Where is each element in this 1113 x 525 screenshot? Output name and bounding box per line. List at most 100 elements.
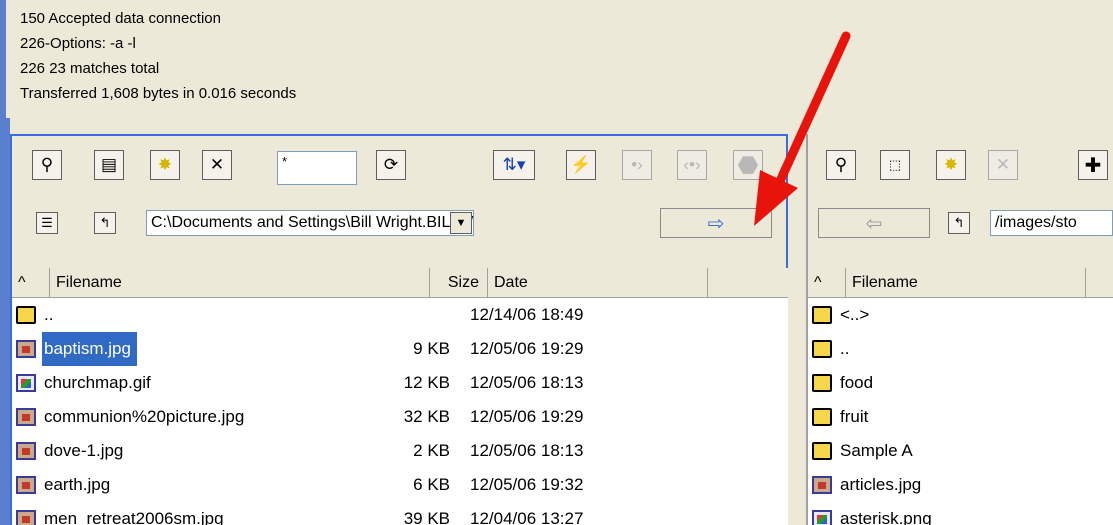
file-date: 12/05/06 19:29 (470, 407, 584, 426)
tree-view-button[interactable]: ☰ (36, 212, 58, 234)
window-icon: ▤ (100, 155, 118, 174)
sort-indicator[interactable]: ^ (12, 268, 50, 297)
transfer-arrows-icon: •› (631, 155, 643, 174)
plus-icon: ✚ (1084, 154, 1102, 177)
new-folder-button[interactable]: ✸ (150, 150, 180, 180)
remote-delete-button[interactable]: ✕ (988, 150, 1018, 180)
file-size: 6 KB (413, 475, 450, 494)
list-item[interactable]: fruit (808, 400, 1113, 434)
file-name: baptism.jpg (42, 332, 137, 366)
chevron-down-icon: ▼ (455, 217, 467, 229)
file-size: 32 KB (403, 407, 450, 426)
dotted-frame-icon: ⬚ (888, 157, 902, 172)
file-name: asterisk.png (840, 509, 932, 525)
sort-indicator[interactable]: ^ (808, 268, 846, 297)
file-name: dove-1.jpg (44, 441, 124, 460)
jpg-file-icon (16, 476, 36, 494)
list-item[interactable]: Sample A (808, 434, 1113, 468)
column-size[interactable]: Size (430, 268, 488, 297)
jpg-file-icon (812, 476, 832, 494)
right-column-header: ^ Filename (808, 268, 1113, 298)
list-item[interactable]: earth.jpg 6 KB 12/05/06 19:32 (12, 468, 788, 502)
refresh-button[interactable]: ⟳ (376, 150, 406, 180)
folder-icon (812, 306, 832, 324)
file-date: 12/04/06 13:27 (470, 509, 584, 525)
file-name: churchmap.gif (44, 373, 151, 392)
list-item[interactable]: churchmap.gif 12 KB 12/05/06 18:13 (12, 366, 788, 400)
magnifier-icon: ⚲ (40, 155, 54, 174)
file-size: 9 KB (413, 339, 450, 358)
remote-parent-folder-button[interactable]: ↰ (948, 212, 970, 234)
file-date: 12/05/06 19:32 (470, 475, 584, 494)
file-name: articles.jpg (840, 475, 922, 494)
sync-arrows-icon: ‹•› (683, 155, 701, 174)
list-item-selected[interactable]: baptism.jpg 9 KB 12/05/06 19:29 (12, 332, 788, 366)
list-item[interactable]: dove-1.jpg 2 KB 12/05/06 18:13 (12, 434, 788, 468)
log-line: 150 Accepted data connection (20, 10, 221, 27)
list-item[interactable]: asterisk.png (808, 502, 1113, 525)
folder-up-icon: ↰ (953, 215, 965, 230)
close-icon: ✕ (995, 155, 1011, 174)
remote-path-combo[interactable]: /images/sto (990, 210, 1113, 236)
column-extra[interactable] (708, 268, 788, 297)
file-date: 12/05/06 19:29 (470, 339, 584, 358)
lightning-icon: ⚡ (570, 155, 592, 174)
list-item[interactable]: food (808, 366, 1113, 400)
folder-icon (812, 374, 832, 392)
folder-icon (16, 306, 36, 324)
remote-view-button[interactable]: ⬚ (880, 150, 910, 180)
list-item[interactable]: men_retreat2006sm.jpg 39 KB 12/04/06 13:… (12, 502, 788, 525)
file-size: 12 KB (403, 373, 450, 392)
parent-folder-button[interactable]: ↰ (94, 212, 116, 234)
file-name: .. (840, 339, 850, 358)
remote-add-button[interactable]: ✚ (1078, 150, 1108, 180)
left-edge (0, 118, 10, 525)
folder-icon (812, 408, 832, 426)
folder-icon (812, 340, 832, 358)
file-name: earth.jpg (44, 475, 111, 494)
log-line: 226-Options: -a -l (20, 35, 136, 52)
list-item[interactable]: communion%20picture.jpg 32 KB 12/05/06 1… (12, 400, 788, 434)
folder-up-icon: ↰ (99, 215, 111, 230)
transfer-button[interactable]: •› (622, 150, 652, 180)
connect-button[interactable]: ⚡ (566, 150, 596, 180)
log-line: 226 23 matches total (20, 60, 160, 77)
list-item[interactable]: articles.jpg (808, 468, 1113, 502)
file-name: food (840, 373, 874, 392)
gif-file-icon (16, 374, 36, 392)
path-dropdown-button[interactable]: ▼ (450, 212, 472, 234)
column-filename[interactable]: Filename (846, 268, 1086, 297)
log-edge (0, 0, 6, 118)
jpg-file-icon (16, 442, 36, 460)
file-name: fruit (840, 407, 869, 426)
new-folder-icon: ✸ (157, 155, 173, 174)
filter-input[interactable]: * (277, 151, 357, 185)
view-button[interactable]: ▤ (94, 150, 124, 180)
close-icon: ✕ (209, 155, 225, 174)
new-folder-icon: ✸ (943, 155, 959, 174)
folder-icon (812, 442, 832, 460)
remote-new-folder-button[interactable]: ✸ (936, 150, 966, 180)
column-filename[interactable]: Filename (50, 268, 430, 297)
find-button[interactable]: ⚲ (32, 150, 62, 180)
list-item[interactable]: .. (808, 332, 1113, 366)
tree-icon: ☰ (41, 215, 53, 230)
left-column-header: ^ Filename Size Date (12, 268, 788, 298)
file-name: Sample A (840, 441, 913, 460)
delete-button[interactable]: ✕ (202, 150, 232, 180)
status-log: 150 Accepted data connection 226-Options… (0, 0, 1113, 118)
file-name: <..> (840, 305, 870, 324)
file-name: .. (44, 305, 54, 324)
log-line: Transferred 1,608 bytes in 0.016 seconds (20, 85, 297, 102)
local-path-combo[interactable]: C:\Documents and Settings\Bill Wright.BI… (146, 210, 474, 236)
file-size: 39 KB (403, 509, 450, 525)
column-date[interactable]: Date (488, 268, 708, 297)
splitter[interactable] (0, 118, 1113, 134)
sync-button[interactable]: ‹•› (677, 150, 707, 180)
sort-button[interactable]: ⇅▾ (493, 150, 535, 180)
list-item[interactable]: <..> (808, 298, 1113, 332)
jpg-file-icon (16, 510, 36, 525)
list-item[interactable]: .. 12/14/06 18:49 (12, 298, 788, 332)
remote-file-list: <..> .. food fruit Sample A articles.jpg… (808, 298, 1113, 525)
local-file-list: .. 12/14/06 18:49 baptism.jpg 9 KB 12/05… (12, 298, 788, 525)
